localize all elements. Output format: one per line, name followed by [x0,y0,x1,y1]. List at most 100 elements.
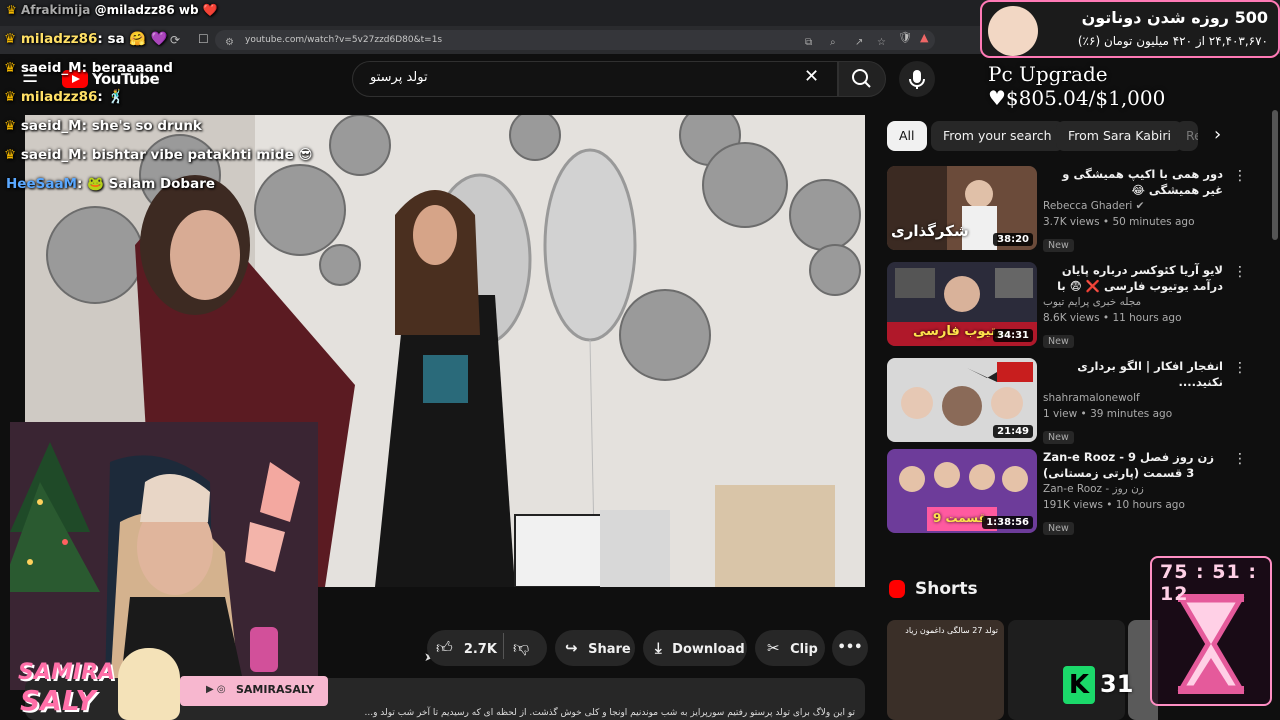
chip-from-your-search[interactable]: From your search [931,121,1064,151]
recommended-info[interactable]: لایو آریا کئوکسر درباره پایان درآمد یوتی… [1043,262,1223,348]
chip-all[interactable]: All [887,121,927,151]
channel-name[interactable]: مجله خبری پرایم تیوب [1043,294,1223,310]
chat-message: ♛ saeid_M: bishtar vibe patakhti mide 😎 [4,147,313,163]
clear-search-icon[interactable]: ✕ [804,66,819,87]
recommended-thumbnail[interactable]: قسمت 9 1:38:56 [887,449,1037,533]
channel-name[interactable]: Zan-e Rooz - زن روز [1043,481,1223,497]
cast-icon[interactable]: ⧉ [805,33,812,53]
recommended-thumbnail[interactable]: شکرگذاری 38:20 [887,166,1037,250]
new-badge: New [1043,239,1074,252]
url-field[interactable]: ⚙ youtube.com/watch?v=5v27zzd6D80&t=1s ⧉… [215,30,935,50]
timer-value: 75 : 51 : 12 [1160,561,1257,605]
youtube-instagram-icon: ▶ ◎ [206,684,226,695]
recommended-info[interactable]: Zan-e Rooz - 9 زن روز فصل 3 قسمت (پارتی … [1043,449,1223,535]
thumb-up-icon: 👍︎ [436,638,453,657]
recommended-thumbnail[interactable]: یوتیوب فارسی 34:31 [887,262,1037,346]
thumb-down-icon: 👎︎ [513,638,530,657]
microphone-icon [909,70,925,89]
clip-button[interactable]: ✂ Clip [755,630,825,666]
refresh-icon[interactable]: ⟳ [170,33,180,47]
shorts-icon [889,580,905,598]
search-button[interactable] [838,61,886,97]
video-options-icon[interactable]: ⋮ [1233,451,1247,467]
star-icon[interactable]: ☆ [877,33,886,53]
voice-search-button[interactable] [899,61,935,97]
shorts-heading: Shorts [915,579,978,599]
dislike-button[interactable]: 👎︎ [513,638,529,658]
video-title[interactable]: Zan-e Rooz - 9 زن روز فصل 3 قسمت (پارتی … [1043,449,1223,481]
chip-recent[interactable]: Re [1176,121,1198,151]
like-count: 2.7K [463,642,497,657]
chat-message: ♛ saeid_M: beraaaand [4,60,173,76]
pc-upgrade-goal: Pc Upgrade ♥$805.04/$1,000 [988,62,1166,110]
more-actions-button[interactable]: ••• [832,630,868,666]
video-title[interactable]: لایو آریا کئوکسر درباره پایان درآمد یوتی… [1043,262,1223,294]
video-options-icon[interactable]: ⋮ [1233,264,1247,280]
channel-name[interactable]: shahramalonewolf [1043,390,1223,406]
share-url-icon[interactable]: ↗ [855,33,863,53]
clip-label: Clip [790,642,818,657]
video-meta: 1 view • 39 minutes ago [1043,408,1173,420]
site-info-icon[interactable]: ⚙ [225,33,234,53]
video-meta: 191K views • 10 hours ago [1043,499,1185,511]
new-badge: New [1043,431,1074,444]
short-caption: تولد 27 سالگی داغمون زیاد [905,626,998,635]
video-meta: 8.6K views • 11 hours ago [1043,312,1182,324]
avatar-illustration-icon [118,648,180,720]
thumbnail-caption: قسمت 9 [933,511,987,525]
video-duration: 38:20 [993,233,1033,246]
video-options-icon[interactable]: ⋮ [1233,168,1247,184]
recommended-thumbnail[interactable]: 21:49 [887,358,1037,442]
thumbnail-caption: شکرگذاری [891,222,969,240]
search-input[interactable]: تولد پرستو [370,70,428,85]
video-title[interactable]: انفجار افکار | الگو برداری نکنید.... [1043,358,1223,390]
kick-logo-icon: K [1063,666,1095,704]
share-icon: ↪ [565,639,578,657]
share-label: Share [588,642,631,657]
chat-message: ♛ miladzz86: sa 🤗 💜 [4,31,168,47]
crown-icon: ♛ [4,118,17,134]
short-thumbnail[interactable]: تولد 27 سالگی داغمون زیاد [887,620,1004,720]
download-button[interactable]: ⤓ Download [643,630,747,666]
extension-triangle-icon[interactable]: ▲ [920,31,928,44]
chip-from-sara-kabiri[interactable]: From Sara Kabiri [1056,121,1183,151]
channel-name[interactable]: Rebecca Ghaderi ✔ [1043,198,1223,214]
zoom-icon[interactable]: ⌕ [830,33,836,53]
video-duration: 34:31 [993,329,1033,342]
crown-icon: ♛ [4,147,17,163]
scissors-icon: ✂ [767,639,780,657]
recommended-info[interactable]: انفجار افکار | الگو برداری نکنید.... sha… [1043,358,1223,444]
extension-shield-icon[interactable]: 🛡 [898,31,912,44]
crown-icon: ♛ [4,60,17,76]
video-title[interactable]: دور همی با اکیپ همیشگی و غیر همیشگی 😂 [1043,166,1223,198]
donation-title: 500 روزه شدن دوناتون [1081,8,1268,27]
description-text: تو این ولاگ برای تولد پرستو رفتیم سورپرا… [364,708,856,718]
chips-next-icon[interactable]: › [1214,124,1221,145]
recommended-info[interactable]: دور همی با اکیپ همیشگی و غیر همیشگی 😂 Re… [1043,166,1223,252]
donation-goal-widget: 500 روزه شدن دوناتون ۲۴,۴۰۳,۶۷۰ از ۴۲۰ م… [980,0,1280,58]
video-meta: 3.7K views • 50 minutes ago [1043,216,1195,228]
video-duration: 1:38:56 [982,516,1033,529]
chat-message: ♛ miladzz86: 🕺 [4,89,125,105]
donation-progress-text: ۲۴,۴۰۳,۶۷۰ از ۴۲۰ میلیون تومان (۶٪) [1077,34,1268,48]
download-icon: ⤓ [655,639,662,657]
crown-icon: ♛ [4,89,17,105]
chat-message: ♛ saeid_M: she's so drunk [4,118,202,134]
share-button[interactable]: ↪ Share [555,630,635,666]
verified-icon: ✔ [1135,200,1145,212]
brand-name-top: SAMIRA [18,660,115,685]
video-options-icon[interactable]: ⋮ [1233,360,1247,376]
like-button[interactable]: 👍︎ 2.7K [436,638,497,658]
donation-avatar-icon [988,6,1038,56]
streamer-branding: SAMIRA SALY ▶ ◎ SAMIRASALY [0,648,330,720]
chat-message: HeeSaaM: 🐸 Salam Dobare [6,176,216,192]
more-icon: ••• [837,640,863,655]
social-handle-bar: ▶ ◎ SAMIRASALY [180,676,328,706]
bookmark-icon[interactable]: ☐ [198,32,209,46]
url-text: youtube.com/watch?v=5v27zzd6D80&t=1s [245,35,443,45]
new-badge: New [1043,335,1074,348]
brand-name-bottom: SALY [20,684,96,717]
crown-icon: ♛ [6,3,17,17]
sidebar-scrollbar[interactable] [1272,110,1278,240]
video-duration: 21:49 [993,425,1033,438]
